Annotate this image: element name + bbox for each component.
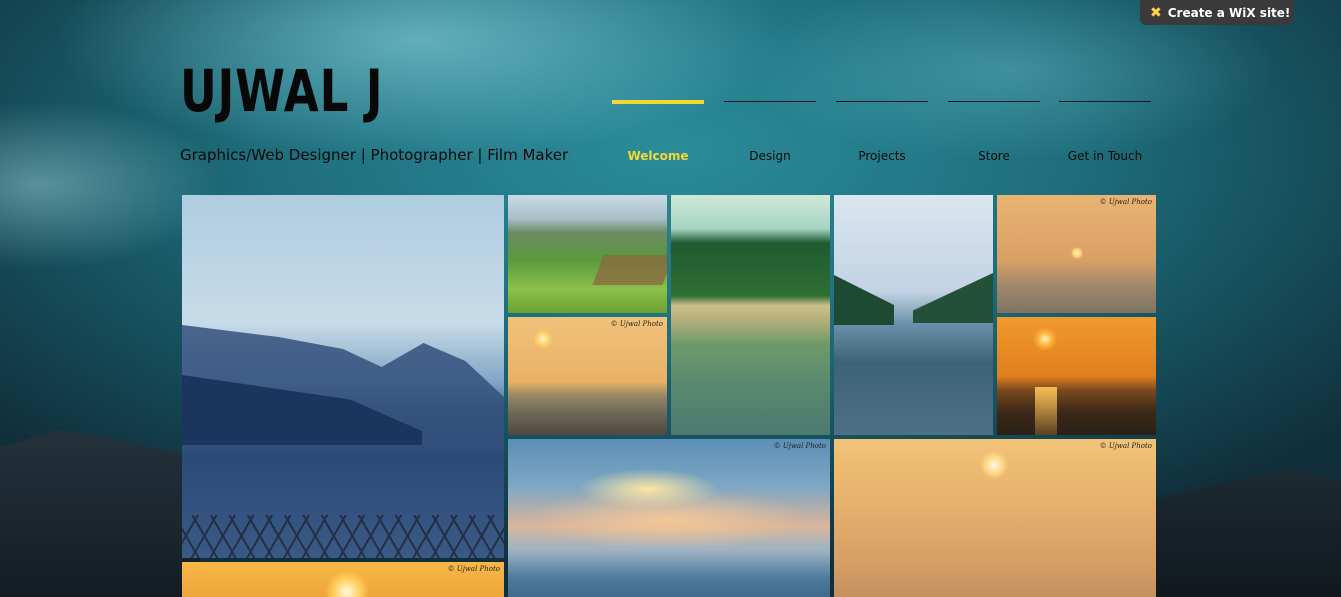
create-wix-site-banner[interactable]: ✖ Create a WiX site! [1140, 0, 1294, 25]
photo-detail [834, 275, 894, 325]
page-background: ✖ Create a WiX site! UJWAL J Graphics/We… [0, 0, 1341, 597]
photo-detail [1035, 387, 1057, 435]
photo-watermark: © Ujwal Photo [447, 565, 500, 573]
gallery-photo-sunrays-sea[interactable]: © Ujwal Photo [508, 439, 830, 597]
nav-label: Welcome [627, 149, 689, 163]
background-hills [0, 430, 200, 597]
nav-item-welcome[interactable]: Welcome [612, 98, 704, 168]
photo-watermark: © Ujwal Photo [610, 320, 663, 328]
gallery-photo-sea-sunset[interactable]: © Ujwal Photo [997, 195, 1156, 313]
wix-star-icon: ✖ [1150, 4, 1162, 21]
main-navigation: Welcome Design Projects Store Get in Tou… [612, 98, 1152, 178]
photo-detail [592, 255, 667, 285]
photo-detail [182, 515, 504, 558]
photo-detail [913, 273, 993, 323]
nav-underline [1059, 101, 1151, 102]
nav-label: Projects [858, 149, 906, 163]
photo-watermark: © Ujwal Photo [1099, 442, 1152, 450]
nav-item-design[interactable]: Design [724, 98, 816, 168]
create-wix-site-label: Create a WiX site! [1167, 5, 1291, 20]
nav-item-projects[interactable]: Projects [836, 98, 928, 168]
site-tagline: Graphics/Web Designer | Photographer | F… [180, 146, 569, 164]
nav-underline [724, 101, 816, 102]
gallery-photo-forest-lake[interactable] [671, 195, 830, 435]
nav-label: Store [978, 149, 1010, 163]
gallery-photo-valley-lake[interactable] [834, 195, 993, 435]
gallery-photo-tea-plantation[interactable] [508, 195, 667, 313]
nav-underline [612, 100, 704, 104]
background-hills [1141, 470, 1341, 597]
gallery-photo-orange-sunset[interactable]: © Ujwal Photo [834, 439, 1156, 597]
nav-item-store[interactable]: Store [948, 98, 1040, 168]
nav-item-get-in-touch[interactable]: Get in Touch [1059, 98, 1151, 168]
gallery-photo-golden-sunset[interactable] [997, 317, 1156, 435]
nav-label: Design [749, 149, 791, 163]
gallery-photo-misty-lake[interactable] [182, 195, 504, 558]
photo-watermark: © Ujwal Photo [773, 442, 826, 450]
gallery-photo-bright-sun[interactable]: © Ujwal Photo [182, 562, 504, 597]
gallery-photo-beach-sunset[interactable]: © Ujwal Photo [508, 317, 667, 435]
nav-label: Get in Touch [1067, 149, 1143, 163]
photo-watermark: © Ujwal Photo [1099, 198, 1152, 206]
nav-underline [836, 101, 928, 102]
site-logo[interactable]: UJWAL J [180, 62, 383, 120]
nav-underline [948, 101, 1040, 102]
